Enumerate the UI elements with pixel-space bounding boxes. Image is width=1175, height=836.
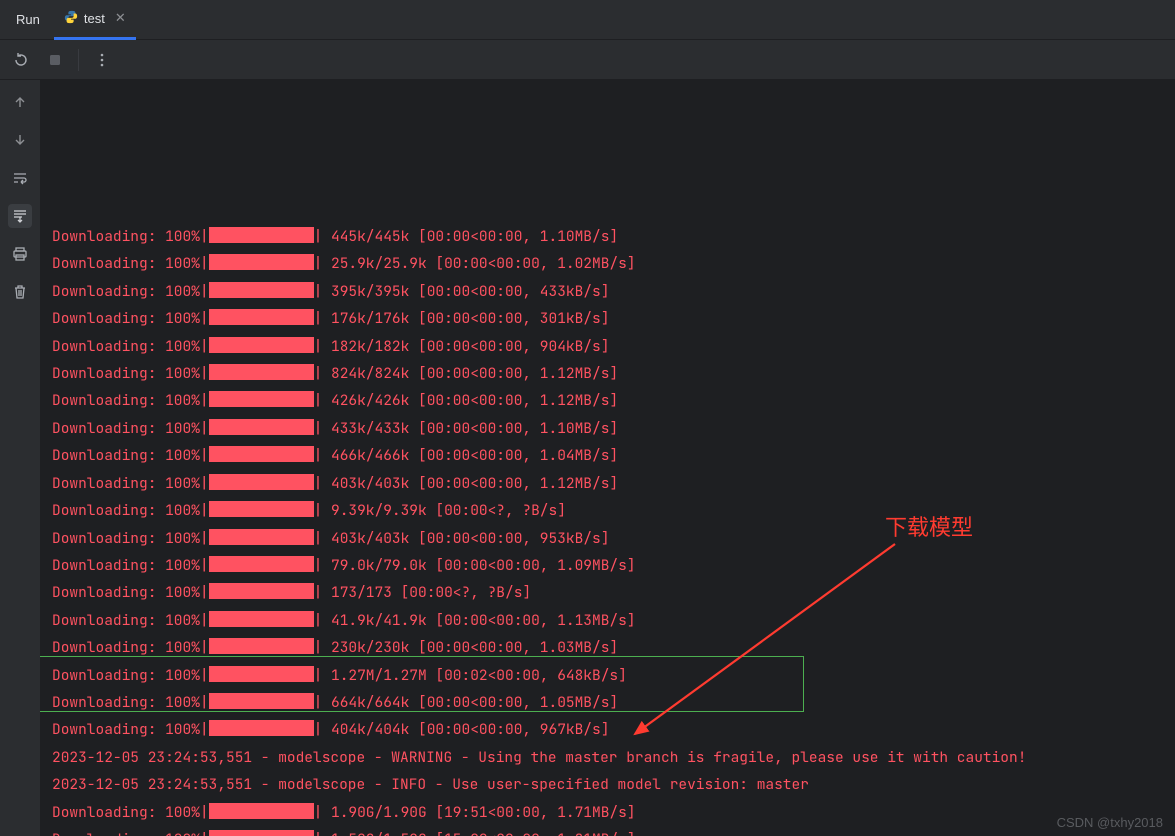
scroll-to-end-icon[interactable] — [8, 204, 32, 228]
console-output[interactable]: 下载模型 Downloading: 100%|| 445k/445k [00:0… — [40, 80, 1175, 836]
annotation-label: 下载模型 — [885, 514, 973, 541]
console-line: Downloading: 100%|| 403k/403k [00:00<00:… — [52, 470, 1175, 497]
watermark: CSDN @txhy2018 — [1057, 815, 1163, 830]
console-line: Downloading: 100%|| 25.9k/25.9k [00:00<0… — [52, 250, 1175, 277]
print-icon[interactable] — [8, 242, 32, 266]
tab-test[interactable]: test ✕ — [54, 0, 136, 40]
run-side-toolbar — [0, 80, 40, 836]
soft-wrap-icon[interactable] — [8, 166, 32, 190]
python-icon — [64, 10, 78, 27]
run-toolbar — [0, 40, 1175, 80]
console-line: Downloading: 100%|| 433k/433k [00:00<00:… — [52, 415, 1175, 442]
console-line: Downloading: 100%|| 182k/182k [00:00<00:… — [52, 333, 1175, 360]
stop-icon[interactable] — [44, 53, 66, 67]
console-line: 2023-12-05 23:24:53,551 - modelscope - I… — [52, 771, 1175, 798]
console-line: Downloading: 100%|| 1.90G/1.90G [19:51<0… — [52, 799, 1175, 826]
more-icon[interactable] — [91, 52, 113, 68]
console-line: Downloading: 100%|| 466k/466k [00:00<00:… — [52, 442, 1175, 469]
annotation-arrow — [605, 534, 915, 754]
tab-label: test — [84, 11, 105, 26]
up-icon[interactable] — [8, 90, 32, 114]
console-line: Downloading: 100%|| 176k/176k [00:00<00:… — [52, 305, 1175, 332]
separator — [78, 49, 79, 71]
console-line: Downloading: 100%|| 9.39k/9.39k [00:00<?… — [52, 497, 1175, 524]
trash-icon[interactable] — [8, 280, 32, 304]
console-line: Downloading: 100%|| 1.52G/1.52G [15:00<0… — [52, 826, 1175, 836]
down-icon[interactable] — [8, 128, 32, 152]
run-toolwindow-label: Run — [0, 12, 54, 27]
console-line: Downloading: 100%|| 426k/426k [00:00<00:… — [52, 387, 1175, 414]
console-line: Downloading: 100%|| 445k/445k [00:00<00:… — [52, 223, 1175, 250]
tab-bar: Run test ✕ — [0, 0, 1175, 40]
rerun-icon[interactable] — [10, 52, 32, 68]
close-icon[interactable]: ✕ — [111, 10, 126, 26]
console-line: Downloading: 100%|| 824k/824k [00:00<00:… — [52, 360, 1175, 387]
console-line: Downloading: 100%|| 395k/395k [00:00<00:… — [52, 278, 1175, 305]
